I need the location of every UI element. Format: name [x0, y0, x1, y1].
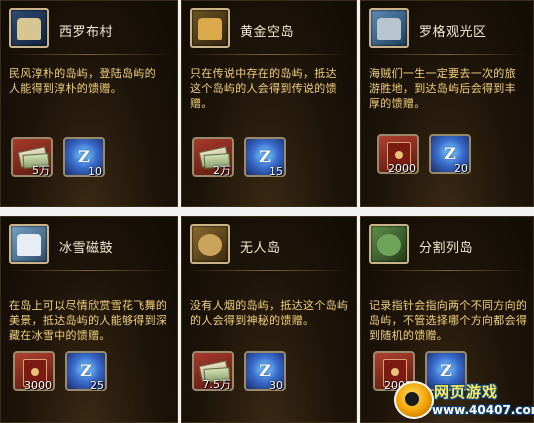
watermark-logo-icon — [394, 381, 434, 419]
island-name: 无人岛 — [240, 241, 281, 256]
sightseeing-town-icon — [369, 8, 409, 48]
reward-slot-money[interactable]: 2万 — [192, 137, 234, 177]
reward-quantity: 10 — [88, 165, 102, 178]
island-description: 只在传说中存在的岛屿，抵达这个岛屿的人会得到传说的馈赠。 — [190, 67, 337, 110]
reward-slot-crystal[interactable]: Z 10 — [63, 137, 105, 178]
reward-slot-crystal[interactable]: Z 20 — [429, 134, 471, 175]
island-name: 分割列岛 — [419, 241, 474, 256]
island-card-golden-sky: 黄金空岛 只在传说中存在的岛屿，抵达这个岛屿的人会得到传说的馈赠。 2万 Z 1… — [181, 0, 357, 207]
island-card-uninhabited: 无人岛 没有人烟的岛屿，抵达这个岛屿的人会得到神秘的馈赠。 7.5万 Z 30 — [181, 216, 357, 423]
reward-quantity: 5万 — [32, 164, 50, 177]
island-description: 没有人烟的岛屿，抵达这个岛屿的人会得到神秘的馈赠。 — [190, 299, 349, 327]
island-card-loguetown: 罗格观光区 海贼们一生一定要去一次的旅游胜地，到达岛屿后会得到丰厚的馈赠。 20… — [360, 0, 534, 207]
reward-slot-crystal[interactable]: Z 15 — [244, 137, 286, 178]
watermark-url: www.40407.com — [432, 403, 534, 417]
reward-quantity: 3000 — [24, 379, 52, 392]
reward-slot-book[interactable]: 2000 — [377, 134, 419, 175]
site-watermark: 网页游戏 www.40407.com — [384, 379, 534, 423]
island-card-drum: 冰雪磁鼓 在岛上可以尽情欣赏雪花飞舞的美景，抵达岛屿的人能够得到深藏在冰雪中的馈… — [0, 216, 178, 423]
divider — [7, 270, 171, 271]
divider — [7, 54, 171, 55]
crystal-gem-icon: Z — [78, 147, 90, 166]
crystal-gem-icon: Z — [80, 361, 92, 380]
divider — [188, 270, 350, 271]
island-name: 罗格观光区 — [419, 25, 487, 40]
reward-quantity: 20 — [454, 162, 468, 175]
island-description: 记录指针会指向两个不同方向的岛屿，不管选择哪个方向都会得到随机的馈赠。 — [369, 299, 528, 342]
island-description: 民风淳朴的岛屿，登陆岛屿的人能得到淳朴的馈赠。 — [9, 67, 156, 95]
crystal-gem-icon: Z — [259, 147, 271, 166]
island-description: 海贼们一生一定要去一次的旅游胜地，到达岛屿后会得到丰厚的馈赠。 — [369, 67, 516, 110]
reward-slot-crystal[interactable]: Z 30 — [244, 351, 286, 392]
divider — [367, 54, 527, 55]
island-card-xiluobu: 西罗布村 民风淳朴的岛屿，登陆岛屿的人能得到淳朴的馈赠。 5万 Z 10 — [0, 0, 178, 207]
reward-quantity: 25 — [90, 379, 104, 392]
crystal-gem-icon: Z — [440, 361, 452, 380]
golden-temple-icon — [190, 8, 230, 48]
split-islands-icon — [369, 224, 409, 264]
island-name: 冰雪磁鼓 — [59, 241, 114, 256]
reward-quantity: 15 — [269, 165, 283, 178]
divider — [367, 270, 527, 271]
reward-quantity: 2万 — [213, 164, 231, 177]
island-name: 黄金空岛 — [240, 25, 295, 40]
snow-castle-icon — [9, 224, 49, 264]
reward-slot-book[interactable]: 3000 — [13, 351, 55, 392]
reward-quantity: 2000 — [388, 162, 416, 175]
reward-slot-money[interactable]: 5万 — [11, 137, 53, 177]
island-name: 西罗布村 — [59, 25, 114, 40]
rock-island-icon — [190, 224, 230, 264]
divider — [188, 54, 350, 55]
village-icon — [9, 8, 49, 48]
reward-slot-crystal[interactable]: Z 25 — [65, 351, 107, 392]
reward-slot-money[interactable]: 7.5万 — [192, 351, 234, 391]
island-description: 在岛上可以尽情欣赏雪花飞舞的美景，抵达岛屿的人能够得到深藏在冰雪中的馈赠。 — [9, 299, 168, 342]
crystal-gem-icon: Z — [444, 144, 456, 163]
watermark-title: 网页游戏 — [434, 383, 499, 401]
reward-quantity: 7.5万 — [202, 378, 232, 391]
reward-quantity: 30 — [269, 379, 283, 392]
crystal-gem-icon: Z — [259, 361, 271, 380]
